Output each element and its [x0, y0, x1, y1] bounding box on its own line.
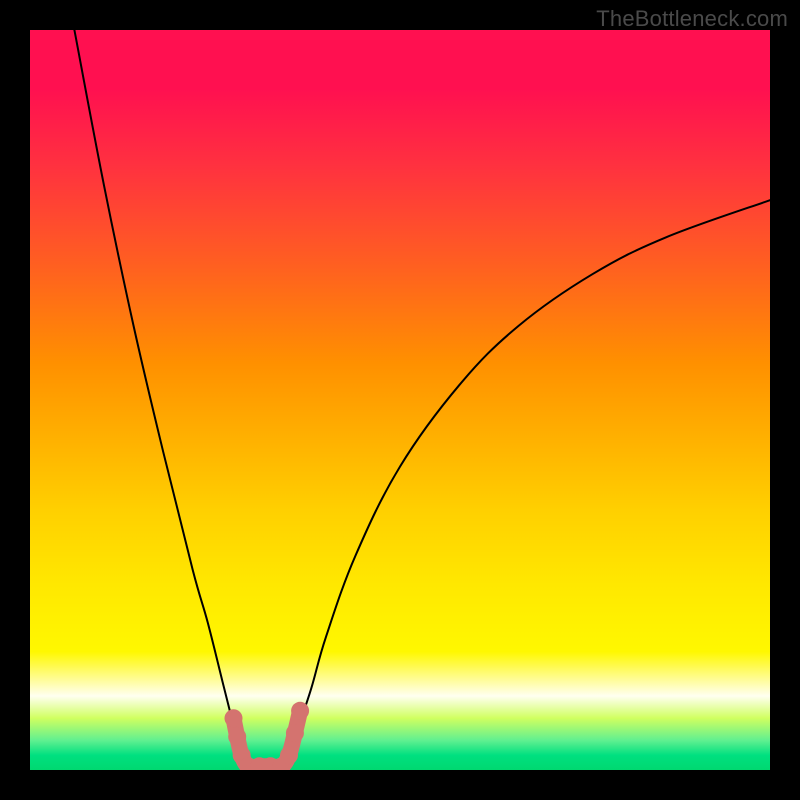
- marker-layer: [225, 702, 310, 770]
- right-marker-mid: [286, 724, 304, 742]
- curve-layer: [74, 30, 770, 770]
- chart-canvas: TheBottleneck.com: [0, 0, 800, 800]
- plot-area: [30, 30, 770, 770]
- chart-svg: [30, 30, 770, 770]
- left-marker-top: [225, 709, 243, 727]
- right-marker-low: [280, 746, 298, 764]
- right-marker-top: [291, 702, 309, 720]
- left-marker-mid: [228, 728, 246, 746]
- watermark-text: TheBottleneck.com: [596, 6, 788, 32]
- series-left-branch: [74, 30, 252, 770]
- series-right-branch: [282, 200, 770, 770]
